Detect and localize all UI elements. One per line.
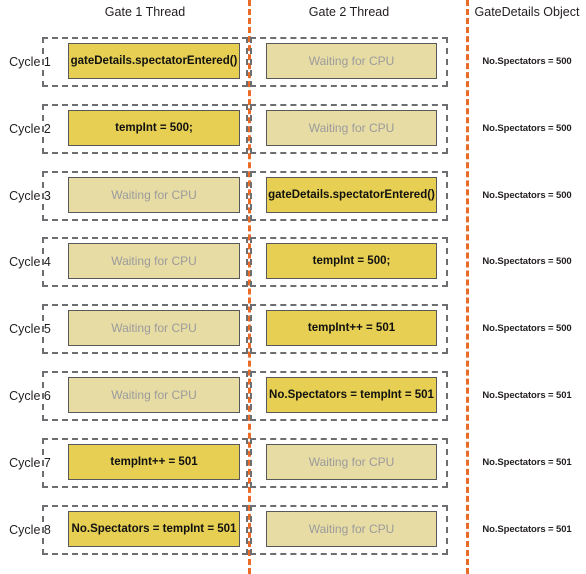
state-box-gate2[interactable]: Waiting for CPU xyxy=(266,110,437,146)
object-state-value: No.Spectators = 501 xyxy=(482,524,572,535)
cycle-row: Cycle 2 tempInt = 500; Waiting for CPU No.S… xyxy=(0,104,586,171)
state-box-gate1[interactable]: tempInt++ = 501 xyxy=(68,444,240,480)
state-box-gate2[interactable]: gateDetails.spectatorEntered() xyxy=(266,177,437,213)
object-state-value: No.Spectators = 501 xyxy=(482,390,572,401)
cycle-row: Cycle 1 gateDetails.spectatorEntered() Wai… xyxy=(0,37,586,104)
state-box-gate2[interactable]: tempInt = 500; xyxy=(266,243,437,279)
state-box-gate1[interactable]: tempInt = 500; xyxy=(68,110,240,146)
cycle-row: Cycle 6 Waiting for CPU No.Spectators = te… xyxy=(0,371,586,438)
state-box-gate2[interactable]: tempInt++ = 501 xyxy=(266,310,437,346)
state-box-gate2[interactable]: Waiting for CPU xyxy=(266,444,437,480)
cycle-row: Cycle 3 Waiting for CPU gateDetails.specta… xyxy=(0,171,586,238)
state-box-gate1[interactable]: Waiting for CPU xyxy=(68,377,240,413)
state-box-gate1[interactable]: gateDetails.spectatorEntered() xyxy=(68,43,240,79)
object-state-value: No.Spectators = 500 xyxy=(482,56,572,67)
state-box-gate1[interactable]: No.Spectators = tempInt = 501 xyxy=(68,511,240,547)
state-box-gate2[interactable]: Waiting for CPU xyxy=(266,511,437,547)
state-box-gate1[interactable]: Waiting for CPU xyxy=(68,310,240,346)
object-state-value: No.Spectators = 500 xyxy=(482,123,572,134)
object-state-value: No.Spectators = 501 xyxy=(482,457,572,468)
state-box-gate2[interactable]: No.Spectators = tempInt = 501 xyxy=(266,377,437,413)
state-box-gate1[interactable]: Waiting for CPU xyxy=(68,243,240,279)
cycle-row: Cycle 7 tempInt++ = 501 Waiting for CPU No.… xyxy=(0,438,586,505)
column-header-gate2: Gate 2 Thread xyxy=(308,5,390,19)
cycle-row: Cycle 5 Waiting for CPU tempInt++ = 501 No.… xyxy=(0,304,586,371)
column-header-gate1: Gate 1 Thread xyxy=(104,5,186,19)
thread-interleaving-diagram: Gate 1 Thread Gate 2 Thread GateDetails … xyxy=(0,0,586,574)
state-box-gate1[interactable]: Waiting for CPU xyxy=(68,177,240,213)
state-box-gate2[interactable]: Waiting for CPU xyxy=(266,43,437,79)
object-state-value: No.Spectators = 500 xyxy=(482,256,572,267)
object-state-value: No.Spectators = 500 xyxy=(482,323,572,334)
cycle-row: Cycle 4 Waiting for CPU tempInt = 500; No.S… xyxy=(0,237,586,304)
cycle-row: Cycle 8 No.Spectators = tempInt = 501 Wait… xyxy=(0,505,586,572)
column-header-object: GateDetails Object xyxy=(474,5,580,19)
object-state-value: No.Spectators = 500 xyxy=(482,190,572,201)
